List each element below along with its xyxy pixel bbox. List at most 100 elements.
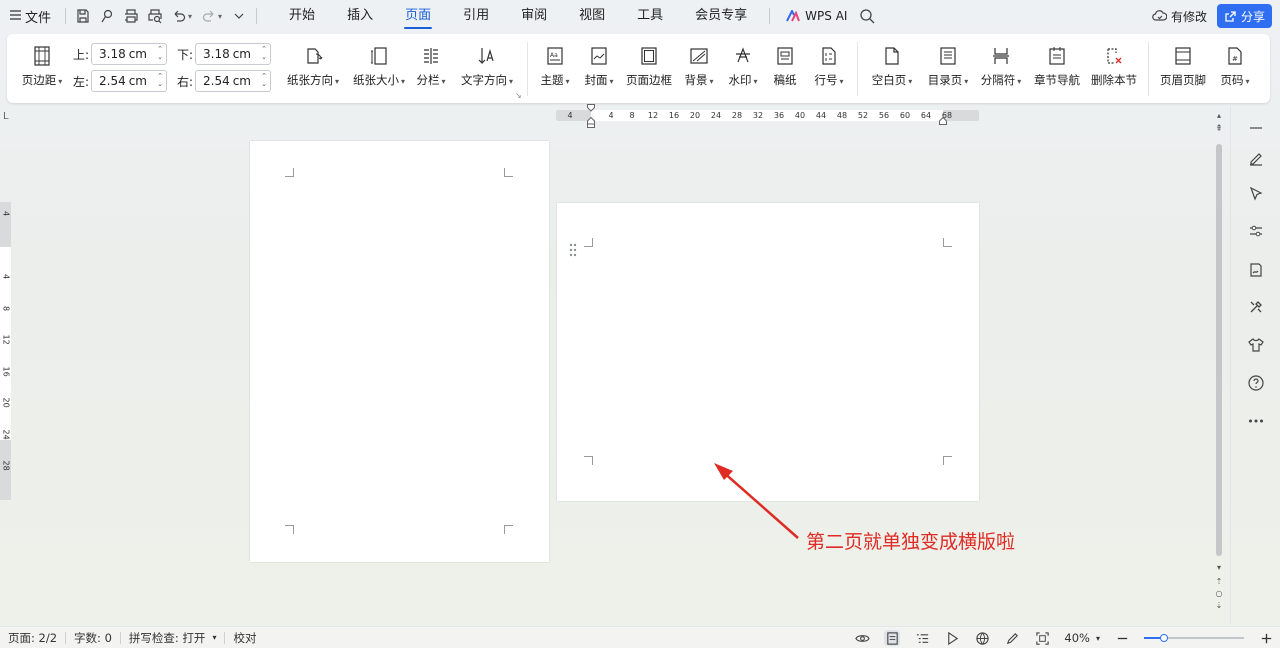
play-icon[interactable]: [944, 630, 960, 646]
vertical-scrollbar-thumb[interactable]: [1216, 144, 1222, 556]
sign-icon[interactable]: [1247, 261, 1265, 279]
brush-icon[interactable]: [96, 5, 118, 27]
ruler-tick-label: 4: [1, 210, 11, 217]
more-icon[interactable]: [228, 5, 250, 27]
tab-page[interactable]: 页面: [389, 0, 447, 32]
breaks-button[interactable]: 分隔符 ▾: [979, 34, 1023, 103]
margins-button[interactable]: 页边距 ▾: [19, 34, 65, 103]
print-preview-icon[interactable]: [144, 5, 166, 27]
margin-top-input[interactable]: 3.18 cm ⌃ ⌄: [91, 43, 167, 65]
page-count-status[interactable]: 页面: 2/2: [0, 630, 65, 646]
select-icon[interactable]: [1247, 185, 1265, 203]
save-icon[interactable]: [72, 5, 94, 27]
search-icon[interactable]: [859, 8, 875, 24]
scroll-top-icon[interactable]: ⇞: [1214, 124, 1224, 134]
share-button[interactable]: 分享: [1216, 4, 1272, 28]
right-indent-marker-icon[interactable]: [939, 113, 947, 125]
web-view-icon[interactable]: [974, 630, 990, 646]
minimize-icon[interactable]: [1247, 119, 1265, 137]
tab-review[interactable]: 审阅: [505, 0, 563, 32]
undo-dropdown-icon[interactable]: ▾: [188, 12, 192, 21]
margin-left-input[interactable]: 2.54 cm ⌃ ⌄: [91, 70, 167, 92]
background-button[interactable]: 背景 ▾: [679, 34, 719, 103]
theme-button[interactable]: Aa 主题 ▾: [535, 34, 575, 103]
margin-bottom-input[interactable]: 3.18 cm ⌃ ⌄: [195, 43, 271, 65]
paper-size-button[interactable]: 纸张大小 ▾: [349, 34, 409, 103]
zoom-dropdown-icon[interactable]: ▾: [1096, 634, 1100, 643]
zoom-level[interactable]: 40%: [1064, 631, 1090, 645]
select-browse-object-icon[interactable]: ○: [1214, 589, 1224, 598]
word-count-status[interactable]: 字数: 0: [66, 630, 120, 646]
tools-icon[interactable]: [1247, 298, 1265, 316]
outline-view-icon[interactable]: [914, 630, 930, 646]
redo-icon[interactable]: [198, 5, 220, 27]
tab-view[interactable]: 视图: [563, 0, 621, 32]
scroll-up-icon[interactable]: ▴: [1214, 111, 1224, 120]
zoom-in-icon[interactable]: [1258, 630, 1274, 646]
margin-right-unit: cm: [232, 74, 251, 88]
ruler-tick-label: 28: [1, 460, 11, 471]
margin-right-spinner[interactable]: ⌃ ⌄: [261, 72, 267, 88]
margin-top-spinner[interactable]: ⌃ ⌄: [157, 45, 163, 61]
blank-page-button[interactable]: 空白页 ▾: [867, 34, 917, 103]
delete-section-button[interactable]: 删除本节: [1089, 34, 1139, 103]
help-icon[interactable]: [1247, 374, 1265, 392]
tab-references[interactable]: 引用: [447, 0, 505, 32]
delete-section-icon: [1102, 44, 1126, 68]
eye-protection-icon[interactable]: [854, 630, 870, 646]
settings-sliders-icon[interactable]: [1247, 222, 1265, 240]
next-page-icon[interactable]: ⇣: [1214, 601, 1224, 610]
ruler-tick-label: 24: [710, 111, 722, 120]
spell-check-status[interactable]: 拼写检查: 打开 ▾: [121, 630, 225, 646]
pen-mode-icon[interactable]: [1004, 630, 1020, 646]
cover-button[interactable]: 封面 ▾: [579, 34, 619, 103]
pen-icon[interactable]: [1247, 149, 1265, 167]
tab-insert[interactable]: 插入: [331, 0, 389, 32]
prev-page-icon[interactable]: ⇡: [1214, 577, 1224, 586]
menu-bar: 文件 ▾ ▾ 开始 插入 页面 引用 审阅 视图 工具 会员专享 WPS AI …: [0, 0, 1280, 32]
drag-handle-icon[interactable]: [569, 243, 577, 257]
redo-dropdown-icon[interactable]: ▾: [218, 12, 222, 21]
zoom-slider-knob[interactable]: [1160, 634, 1168, 642]
watermark-button[interactable]: 水印 ▾: [723, 34, 763, 103]
section-nav-button[interactable]: 章节导航: [1031, 34, 1083, 103]
file-menu[interactable]: 文件: [0, 0, 59, 32]
fit-page-icon[interactable]: [1034, 630, 1050, 646]
horizontal-ruler[interactable]: [556, 110, 979, 121]
shirt-icon[interactable]: [1247, 336, 1265, 354]
modify-status-button[interactable]: 有修改: [1152, 8, 1207, 25]
wps-ai-label: WPS AI: [805, 9, 848, 23]
print-icon[interactable]: [120, 5, 142, 27]
proofread-button[interactable]: 校对: [225, 630, 264, 646]
columns-icon: [419, 44, 443, 68]
undo-icon[interactable]: [168, 5, 190, 27]
page-setup-launcher-icon[interactable]: ↘: [515, 91, 522, 100]
crop-mark: [943, 238, 952, 247]
toc-page-button[interactable]: 目录页 ▾: [923, 34, 973, 103]
columns-button[interactable]: 分栏 ▾: [413, 34, 449, 103]
ruler-tick-label: 4: [567, 111, 573, 120]
manuscript-button[interactable]: 稿纸: [769, 34, 801, 103]
line-number-button[interactable]: 行号 ▾: [809, 34, 849, 103]
margin-right-input[interactable]: 2.54 cm ⌃ ⌄: [195, 70, 271, 92]
ruler-corner-tab-selector[interactable]: L: [3, 111, 9, 122]
margin-left-spinner[interactable]: ⌃ ⌄: [157, 72, 163, 88]
tab-tools[interactable]: 工具: [621, 0, 679, 32]
page-number-button[interactable]: # 页码 ▾: [1215, 34, 1255, 103]
zoom-out-icon[interactable]: [1114, 630, 1130, 646]
text-direction-button[interactable]: 文字方向 ▾: [457, 34, 517, 103]
tab-member[interactable]: 会员专享: [679, 0, 763, 32]
page-1-portrait[interactable]: [250, 141, 549, 562]
indent-marker-icon[interactable]: [587, 104, 595, 128]
scroll-down-icon[interactable]: ▾: [1214, 563, 1224, 572]
margin-top-unit: cm: [128, 47, 147, 61]
wps-ai-button[interactable]: WPS AI: [786, 9, 847, 23]
page-border-button[interactable]: 页面边框: [623, 34, 675, 103]
zoom-slider[interactable]: [1144, 632, 1244, 644]
header-footer-button[interactable]: 页眉页脚: [1157, 34, 1209, 103]
page-view-icon[interactable]: [884, 630, 901, 646]
more-dots-icon[interactable]: [1247, 412, 1265, 430]
margin-bottom-spinner[interactable]: ⌃ ⌄: [261, 45, 267, 61]
tab-home[interactable]: 开始: [273, 0, 331, 32]
orientation-button[interactable]: 纸张方向 ▾: [283, 34, 343, 103]
